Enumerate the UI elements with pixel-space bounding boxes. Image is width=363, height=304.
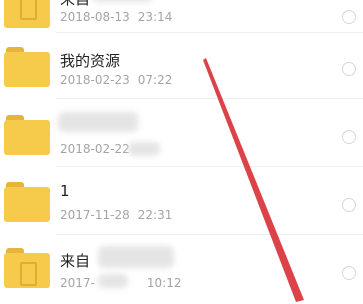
- folder-icon: [4, 248, 50, 288]
- redaction: [92, 0, 152, 2]
- list-item[interactable]: 我的资源 2018-02-23 07:22: [0, 35, 363, 97]
- item-title: 1: [60, 182, 70, 200]
- item-date: 2018-08-13 23:14: [60, 10, 173, 24]
- item-title: 来自: [60, 252, 91, 270]
- select-radio[interactable]: [342, 10, 356, 24]
- folder-icon: [4, 115, 50, 155]
- item-date: 2018-02-22: [60, 142, 130, 156]
- item-date: 2018-02-23 07:22: [60, 73, 173, 87]
- divider: [56, 166, 363, 167]
- select-radio[interactable]: [342, 266, 356, 280]
- divider: [56, 32, 363, 33]
- folder-icon: [4, 182, 50, 222]
- list-item[interactable]: 2018-02-22: [0, 100, 363, 162]
- file-list: 来自 2018-08-1323:14 我的资源 2018-02-2307:22 …: [0, 0, 363, 304]
- redaction: [98, 274, 128, 288]
- list-item[interactable]: 1 2017-11-28 22:31: [0, 168, 363, 230]
- redaction: [98, 246, 174, 268]
- item-date: 2017-11-28 22:31: [60, 208, 173, 222]
- folder-icon: [4, 47, 50, 87]
- list-item[interactable]: 来自 2018-08-1323:14: [0, 0, 363, 32]
- divider: [56, 98, 363, 99]
- select-radio[interactable]: [342, 62, 356, 76]
- select-radio[interactable]: [342, 130, 356, 144]
- redaction: [58, 112, 138, 132]
- folder-icon: [4, 0, 50, 28]
- item-title: 来自: [60, 0, 90, 9]
- divider: [56, 234, 363, 235]
- select-radio[interactable]: [342, 198, 356, 212]
- list-item[interactable]: 来自 2017- 10:12: [0, 236, 363, 298]
- redaction: [128, 142, 160, 156]
- item-title: 我的资源: [60, 52, 121, 70]
